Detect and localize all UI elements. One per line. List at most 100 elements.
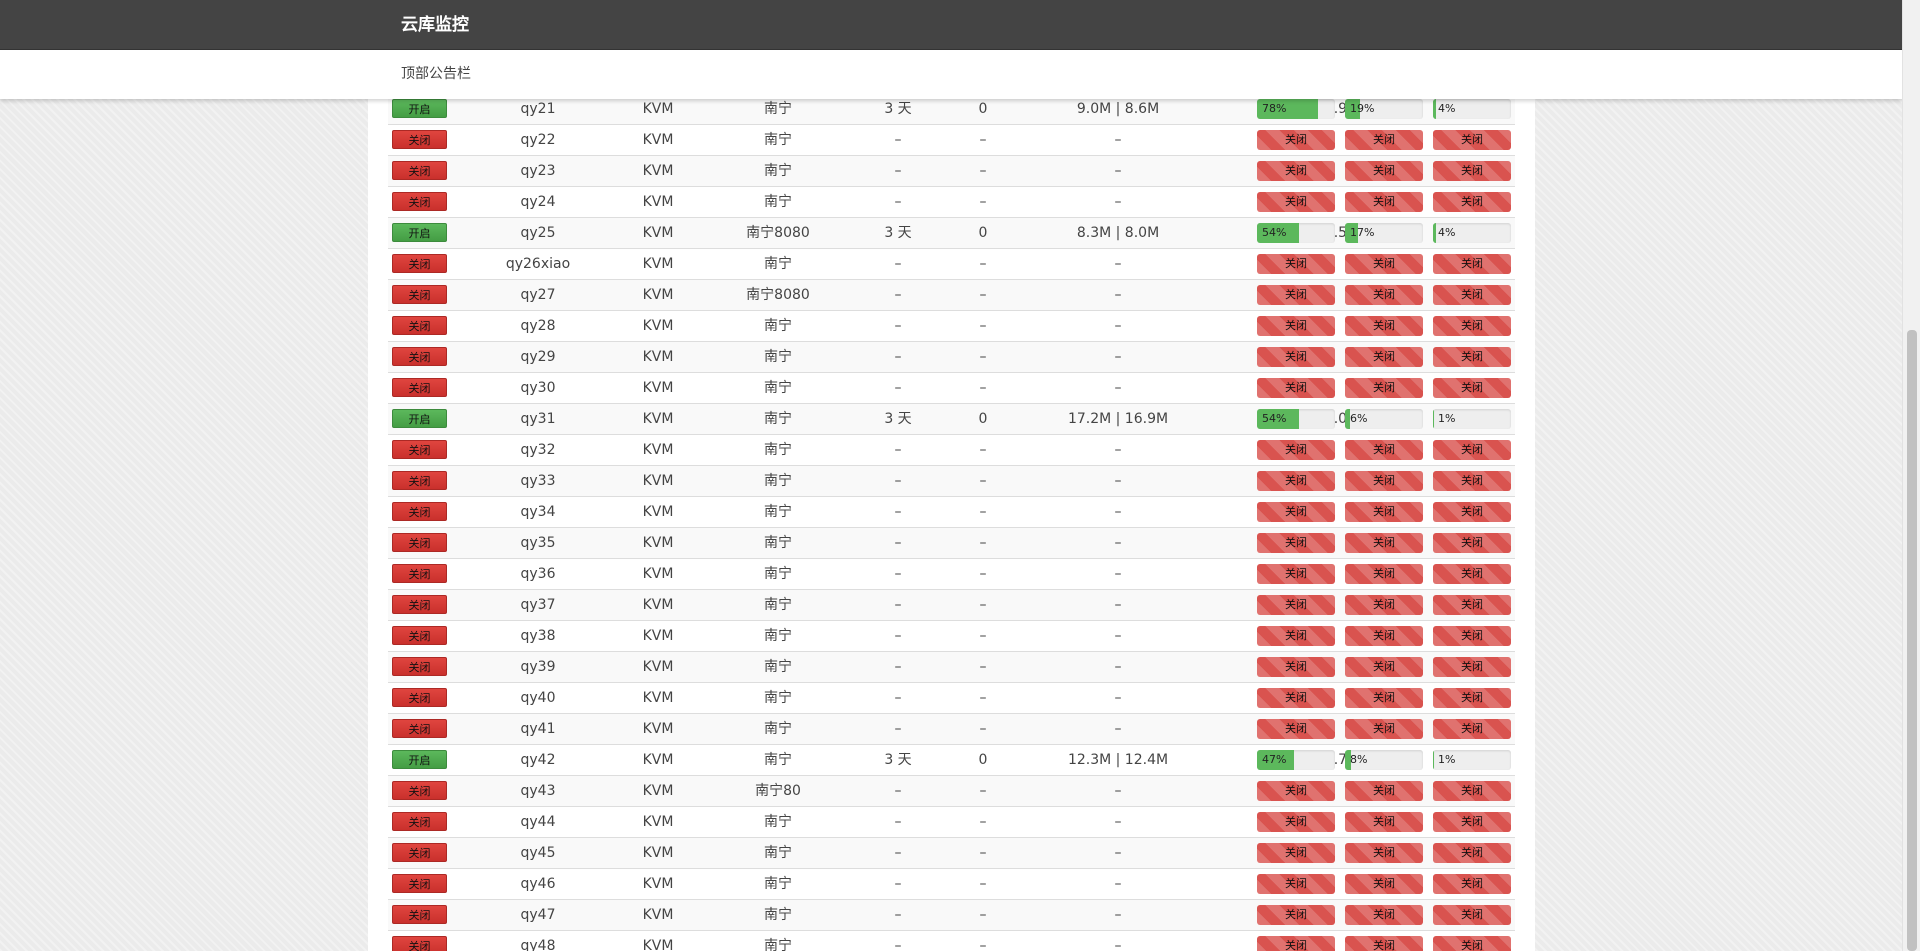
server-name: qy24 [520, 194, 556, 210]
disk-usage-bar: 关闭 [1433, 719, 1511, 739]
disk-usage-bar-label: 关闭 [1461, 629, 1483, 642]
cpu-usage-bar-label: 关闭 [1285, 505, 1307, 518]
cpu-usage-bar-label: 关闭 [1285, 164, 1307, 177]
ram-usage-bar: 关闭 [1345, 781, 1423, 801]
table-row: 关闭qy22KVM南宁––––关闭关闭关闭 [388, 124, 1515, 155]
server-name: qy33 [520, 473, 556, 489]
disk-usage-bar-label: 关闭 [1461, 877, 1483, 890]
cpu-usage-bar-label: 关闭 [1285, 598, 1307, 611]
status-badge: 关闭 [392, 316, 447, 335]
disk-usage-bar-label: 关闭 [1461, 133, 1483, 146]
table-row: 开启qy42KVM南宁3 天012.3M | 12.4M1.79T | 1.78… [388, 744, 1515, 775]
table-row: 关闭qy33KVM南宁––––关闭关闭关闭 [388, 465, 1515, 496]
cpu-usage-bar-label: 关闭 [1285, 815, 1307, 828]
table-row: 关闭qy38KVM南宁––––关闭关闭关闭 [388, 620, 1515, 651]
server-status-panel: 开启qy21KVM南宁3 天09.0M | 8.6M2.06T | 1.94T7… [368, 0, 1535, 951]
page-scrollbar[interactable] [1902, 0, 1920, 951]
cpu-usage-bar: 关闭 [1257, 719, 1335, 739]
ram-usage-bar-label: 关闭 [1373, 784, 1395, 797]
table-row: 关闭qy24KVM南宁––––关闭关闭关闭 [388, 186, 1515, 217]
status-badge: 关闭 [392, 564, 447, 583]
cpu-usage-bar-label: 关闭 [1285, 939, 1307, 951]
disk-usage-bar: 关闭 [1433, 905, 1511, 925]
disk-usage-bar: 关闭 [1433, 440, 1511, 460]
ram-usage-bar-label: 关闭 [1373, 908, 1395, 921]
status-badge: 关闭 [392, 502, 447, 521]
cpu-usage-bar-label: 关闭 [1285, 319, 1307, 332]
ram-usage-bar: 关闭 [1345, 316, 1423, 336]
status-cell: 关闭 [388, 497, 458, 527]
ram-usage-bar: 关闭 [1345, 378, 1423, 398]
server-name: qy28 [520, 318, 556, 334]
server-name: qy47 [520, 907, 556, 923]
ram-usage-bar-label: 关闭 [1373, 660, 1395, 673]
ram-usage-bar-label: 17% [1350, 226, 1375, 239]
status-badge: 关闭 [392, 812, 447, 831]
disk-usage-bar-label: 关闭 [1461, 381, 1483, 394]
status-badge: 开启 [392, 409, 447, 428]
disk-usage-bar-label: 4% [1438, 102, 1456, 115]
disk-usage-bar-label: 关闭 [1461, 691, 1483, 704]
server-name: qy36 [520, 566, 556, 582]
ram-usage-bar-label: 关闭 [1373, 288, 1395, 301]
server-name: qy42 [520, 752, 556, 768]
disk-usage-bar-fill [1433, 409, 1434, 429]
status-badge: 关闭 [392, 626, 447, 645]
server-name: qy26xiao [505, 256, 571, 272]
server-name: qy32 [520, 442, 556, 458]
cpu-usage-bar-label: 关闭 [1285, 381, 1307, 394]
server-name: qy22 [520, 132, 556, 148]
cpu-usage-bar-label: 54% [1262, 226, 1287, 239]
table-row: 关闭qy46KVM南宁––––关闭关闭关闭 [388, 868, 1515, 899]
server-name: qy37 [520, 597, 556, 613]
cpu-usage-bar: 关闭 [1257, 254, 1335, 274]
brand-title[interactable]: 云库监控 [401, 0, 469, 50]
ram-usage-bar: 关闭 [1345, 595, 1423, 615]
table-row: 关闭qy47KVM南宁––––关闭关闭关闭 [388, 899, 1515, 930]
status-badge: 关闭 [392, 347, 447, 366]
status-cell: 关闭 [388, 125, 458, 155]
ram-usage-bar-label: 关闭 [1373, 195, 1395, 208]
table-row: 开启qy31KVM南宁3 天017.2M | 16.9M2.15T | 2.09… [388, 403, 1515, 434]
server-name: qy25 [520, 225, 556, 241]
server-name: qy39 [520, 659, 556, 675]
disk-usage-bar: 关闭 [1433, 471, 1511, 491]
ram-usage-bar: 17% [1345, 223, 1423, 243]
cpu-usage-bar-label: 关闭 [1285, 288, 1307, 301]
disk-usage-bar: 关闭 [1433, 502, 1511, 522]
ram-usage-bar-label: 关闭 [1373, 257, 1395, 270]
disk-usage-bar: 4% [1433, 223, 1511, 243]
status-cell: 关闭 [388, 714, 458, 744]
ram-usage-bar-label: 关闭 [1373, 381, 1395, 394]
server-name: qy45 [520, 845, 556, 861]
status-badge: 关闭 [392, 936, 447, 951]
ram-usage-bar: 关闭 [1345, 688, 1423, 708]
status-cell: 关闭 [388, 807, 458, 837]
status-badge: 关闭 [392, 471, 447, 490]
cpu-usage-bar-label: 关闭 [1285, 567, 1307, 580]
cpu-usage-bar: 关闭 [1257, 161, 1335, 181]
ram-usage-bar-label: 关闭 [1373, 877, 1395, 890]
table-row: 开启qy25KVM南宁80803 天08.3M | 8.0M1.65T | 1.… [388, 217, 1515, 248]
status-cell: 关闭 [388, 652, 458, 682]
disk-usage-bar-fill [1433, 223, 1437, 243]
cpu-usage-bar: 关闭 [1257, 378, 1335, 398]
status-cell: 关闭 [388, 435, 458, 465]
cpu-usage-bar: 54% [1257, 223, 1335, 243]
disk-usage-bar-label: 1% [1438, 412, 1456, 425]
cpu-usage-bar-label: 关闭 [1285, 846, 1307, 859]
status-badge: 关闭 [392, 254, 447, 273]
server-name: qy48 [520, 938, 556, 951]
cpu-usage-bar-label: 关闭 [1285, 536, 1307, 549]
disk-usage-bar: 关闭 [1433, 843, 1511, 863]
disk-usage-bar: 关闭 [1433, 254, 1511, 274]
table-row: 关闭qy32KVM南宁––––关闭关闭关闭 [388, 434, 1515, 465]
status-cell: 关闭 [388, 869, 458, 899]
ram-usage-bar: 关闭 [1345, 719, 1423, 739]
ram-usage-bar-label: 6% [1350, 412, 1368, 425]
status-badge: 关闭 [392, 688, 447, 707]
scrollbar-thumb[interactable] [1907, 330, 1917, 951]
table-row: 关闭qy40KVM南宁––––关闭关闭关闭 [388, 682, 1515, 713]
cpu-usage-bar: 关闭 [1257, 471, 1335, 491]
cpu-usage-bar-label: 关闭 [1285, 660, 1307, 673]
